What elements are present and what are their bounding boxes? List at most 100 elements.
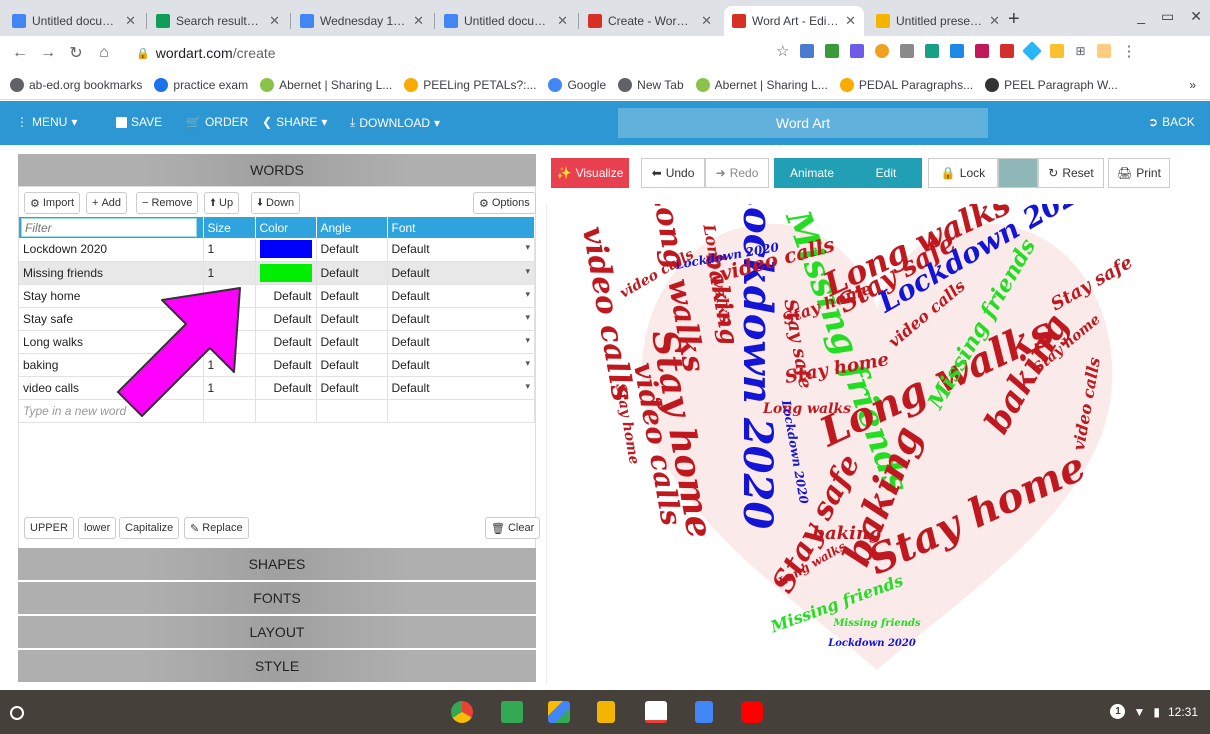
close-tab-icon[interactable]: ✕ xyxy=(701,13,712,29)
menu-button[interactable]: ⋮ MENU ▾ xyxy=(16,115,77,129)
word-angle-cell[interactable]: Default xyxy=(316,307,388,331)
word-font-cell[interactable]: Default ▾ xyxy=(387,376,535,400)
cloud-word[interactable]: Lockdown 2020 xyxy=(828,639,916,649)
animate-mode-button[interactable]: Animate xyxy=(774,158,850,188)
dropdown-caret-icon[interactable]: ▾ xyxy=(525,289,530,300)
forward-icon[interactable]: → xyxy=(36,44,60,62)
browser-tab[interactable]: Wednesday 13th M ✕ xyxy=(292,6,432,36)
word-color-cell[interactable]: Default xyxy=(255,330,317,354)
word-angle-cell[interactable]: Default xyxy=(316,238,388,262)
browser-menu-icon[interactable]: ⋮ xyxy=(1122,42,1137,60)
launcher-icon[interactable] xyxy=(10,706,24,720)
word-color-cell[interactable] xyxy=(255,238,317,262)
extension-icon[interactable] xyxy=(1000,44,1015,58)
bookmark-item[interactable]: Abernet | Sharing L... xyxy=(260,77,392,92)
word-angle-cell[interactable]: Default xyxy=(316,261,388,285)
bookmark-item[interactable]: practice exam xyxy=(154,77,248,92)
close-tab-icon[interactable]: ✕ xyxy=(989,13,1000,29)
new-tab-button[interactable]: + xyxy=(1008,8,1020,31)
dropdown-caret-icon[interactable]: ▾ xyxy=(525,312,530,323)
extension-icon[interactable] xyxy=(1096,44,1111,58)
column-header-font[interactable]: Font xyxy=(387,217,535,238)
drive-icon[interactable] xyxy=(548,701,570,723)
more-bookmarks-icon[interactable]: » xyxy=(1189,78,1196,92)
extension-icon[interactable] xyxy=(950,44,965,58)
layout-section-header[interactable]: LAYOUT xyxy=(18,616,536,648)
column-header-size[interactable]: Size xyxy=(203,217,256,238)
extension-icon[interactable] xyxy=(800,44,815,58)
options-button[interactable]: ⚙ Options xyxy=(473,192,536,214)
word-word-cell[interactable]: Lockdown 2020 xyxy=(19,238,204,262)
filter-input[interactable] xyxy=(21,218,197,237)
close-tab-icon[interactable]: ✕ xyxy=(269,13,280,29)
dropdown-caret-icon[interactable]: ▾ xyxy=(525,381,530,392)
browser-tab[interactable]: Create - WordArt.co ✕ xyxy=(580,6,720,36)
dropdown-caret-icon[interactable]: ▾ xyxy=(525,266,530,277)
dropdown-caret-icon[interactable]: ▾ xyxy=(525,358,530,369)
extension-icon[interactable] xyxy=(875,44,890,58)
add-button[interactable]: + Add xyxy=(86,192,128,214)
edit-mode-button[interactable]: Edit xyxy=(850,158,922,188)
classroom-icon[interactable] xyxy=(501,701,523,723)
import-button[interactable]: ⚙ Import xyxy=(24,192,81,214)
minimize-icon[interactable]: _ xyxy=(1137,8,1145,25)
extension-icon[interactable] xyxy=(1022,41,1043,61)
bookmark-item[interactable]: PEELing PETALs?:... xyxy=(404,77,536,92)
extension-icon[interactable] xyxy=(900,44,915,58)
word-font-cell[interactable]: Default ▾ xyxy=(387,353,535,377)
bookmark-item[interactable]: New Tab xyxy=(618,77,684,92)
column-header-color[interactable]: Color xyxy=(255,217,317,238)
word-size-cell[interactable]: 1 xyxy=(203,238,256,262)
extension-icon[interactable] xyxy=(975,44,990,58)
save-button[interactable]: SAVE xyxy=(116,115,162,129)
word-row[interactable]: video calls 1 Default Default Default ▾ xyxy=(19,376,535,400)
uppercase-button[interactable]: UPPER xyxy=(24,517,74,539)
close-tab-icon[interactable]: ✕ xyxy=(125,13,136,29)
close-tab-icon[interactable]: ✕ xyxy=(845,13,856,29)
word-angle-cell[interactable]: Default xyxy=(316,353,388,377)
dropdown-caret-icon[interactable]: ▾ xyxy=(525,242,530,253)
cloud-word[interactable]: Missing friends xyxy=(833,619,920,629)
fonts-section-header[interactable]: FONTS xyxy=(18,582,536,614)
download-button[interactable]: ⤓ DOWNLOAD ▾ xyxy=(350,115,440,130)
bookmark-star-icon[interactable]: ☆ xyxy=(776,42,789,60)
gmail-icon[interactable] xyxy=(645,701,667,723)
word-color-cell[interactable] xyxy=(255,261,317,285)
capitalize-button[interactable]: Capitalize xyxy=(119,517,180,539)
color-swatch[interactable] xyxy=(259,263,312,282)
youtube-icon[interactable] xyxy=(741,701,763,723)
browser-tab[interactable]: Untitled document ✕ xyxy=(436,6,576,36)
new-word-row[interactable]: Type in a new word xyxy=(19,399,535,423)
dropdown-caret-icon[interactable]: ▾ xyxy=(525,335,530,346)
word-row[interactable]: Missing friends 1 Default Default ▾ xyxy=(19,261,535,285)
word-angle-cell[interactable]: Default xyxy=(316,376,388,400)
bookmark-item[interactable]: ab-ed.org bookmarks xyxy=(10,77,142,92)
lowercase-button[interactable]: lower xyxy=(78,517,117,539)
bookmark-item[interactable]: Google xyxy=(548,77,606,92)
word-font-cell[interactable]: Default ▾ xyxy=(387,238,535,262)
word-angle-cell[interactable]: Default xyxy=(316,284,388,308)
browser-tab[interactable]: Untitled document ✕ xyxy=(4,6,144,36)
bookmark-item[interactable]: PEEL Paragraph W... xyxy=(985,77,1118,92)
up-button[interactable]: 🠩 Up xyxy=(204,192,240,214)
down-button[interactable]: 🠫 Down xyxy=(251,192,301,214)
word-color-cell[interactable]: Default xyxy=(255,376,317,400)
restore-icon[interactable]: ▭ xyxy=(1161,8,1174,25)
address-bar[interactable]: 🔒 wordart.com/create xyxy=(136,40,776,66)
word-font-cell[interactable]: Default ▾ xyxy=(387,284,535,308)
word-font-cell[interactable]: Default ▾ xyxy=(387,330,535,354)
extension-icon[interactable] xyxy=(850,44,865,58)
word-font-cell[interactable]: Default ▾ xyxy=(387,261,535,285)
browser-tab[interactable]: Search results - Goo ✕ xyxy=(148,6,288,36)
column-header-angle[interactable]: Angle xyxy=(316,217,388,238)
apps-grid-icon[interactable]: ⊞ xyxy=(1075,44,1085,58)
word-font-cell[interactable]: Default ▾ xyxy=(387,307,535,331)
word-cloud-canvas[interactable]: Lockdown 2020 Missing friends Stay safe Lon… xyxy=(546,204,1182,684)
word-row[interactable]: Long walks Default Default Default ▾ xyxy=(19,330,535,354)
browser-tab[interactable]: Untitled presentatio ✕ xyxy=(868,6,1008,36)
extension-icon[interactable] xyxy=(825,44,840,58)
replace-button[interactable]: ✎ Replace xyxy=(184,517,249,539)
chrome-icon[interactable] xyxy=(451,701,473,723)
order-button[interactable]: 🛒 ORDER xyxy=(186,115,248,129)
word-color-cell[interactable]: Default xyxy=(255,284,317,308)
